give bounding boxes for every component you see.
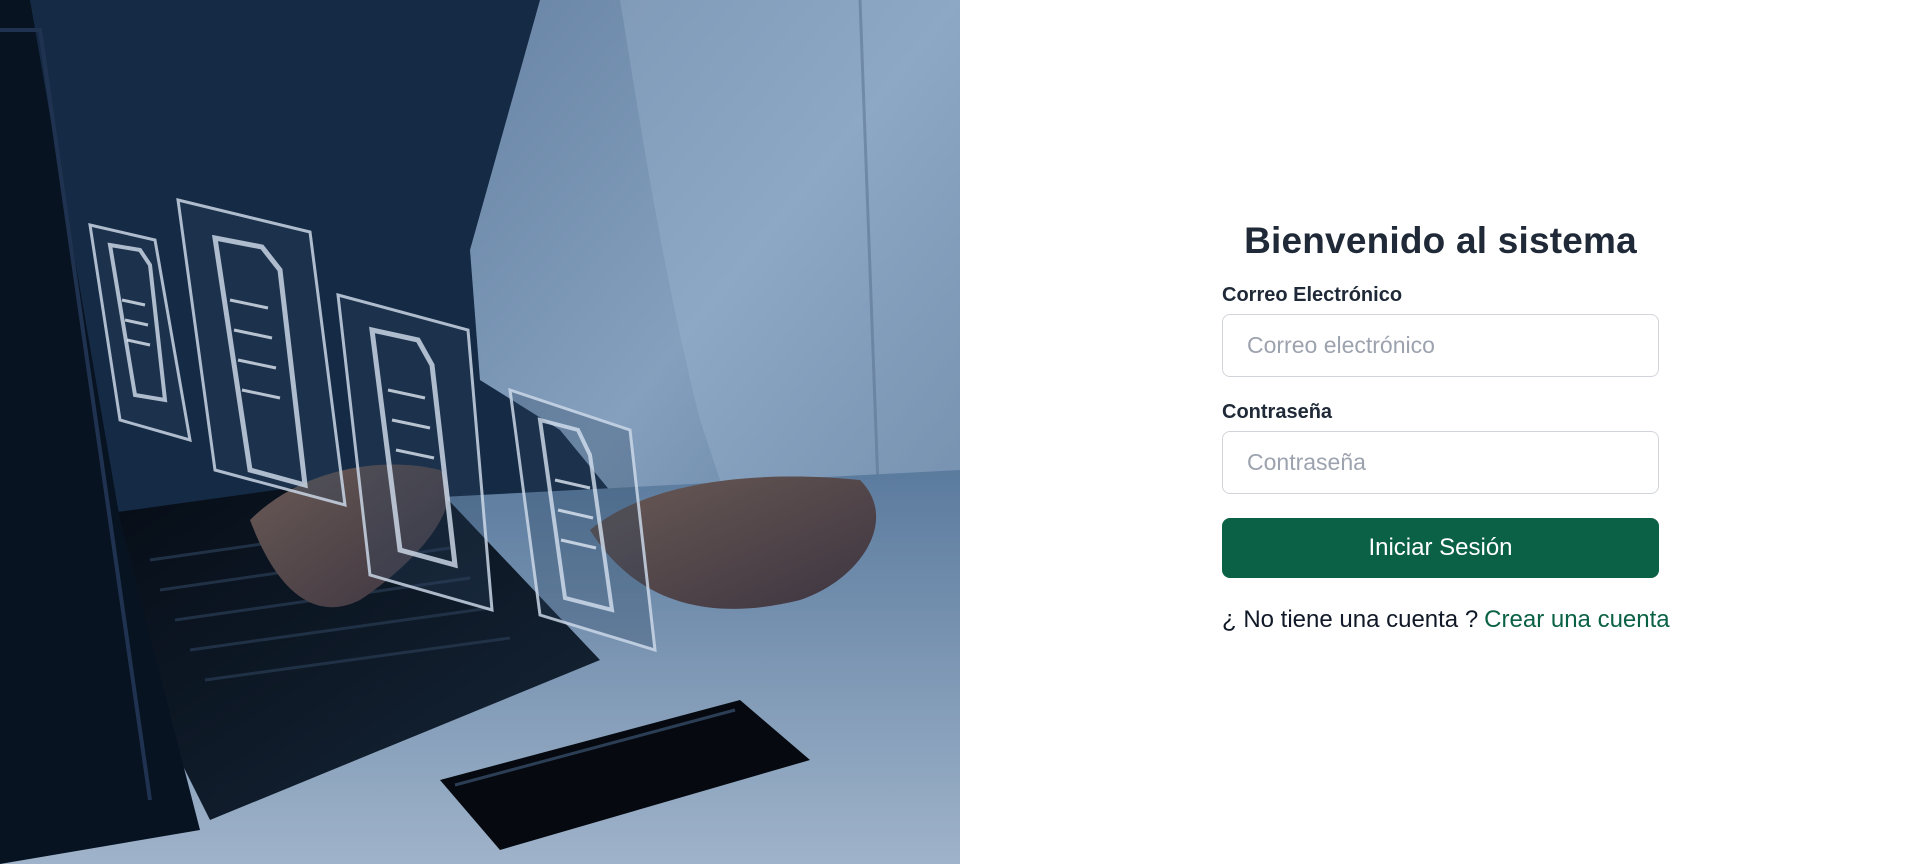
email-input[interactable] (1222, 314, 1659, 377)
email-label: Correo Electrónico (1222, 284, 1403, 306)
login-panel: Bienvenido al sistema Correo Electrónico… (960, 0, 1918, 864)
password-label: Contraseña (1222, 401, 1333, 423)
register-prompt-row: ¿ No tiene una cuenta ? Crear una cuenta (1222, 606, 1670, 634)
login-button[interactable]: Iniciar Sesión (1222, 518, 1659, 578)
create-account-link[interactable]: Crear una cuenta (1484, 606, 1669, 633)
login-form: Bienvenido al sistema Correo Electrónico… (1222, 212, 1670, 634)
register-prompt-text: ¿ No tiene una cuenta ? (1222, 606, 1479, 633)
password-input[interactable] (1222, 431, 1659, 494)
login-page: Bienvenido al sistema Correo Electrónico… (0, 0, 1918, 864)
email-field-group: Correo Electrónico (1222, 282, 1659, 377)
hero-image (0, 0, 960, 864)
password-field-group: Contraseña (1222, 399, 1659, 494)
page-title: Bienvenido al sistema (1244, 220, 1637, 261)
